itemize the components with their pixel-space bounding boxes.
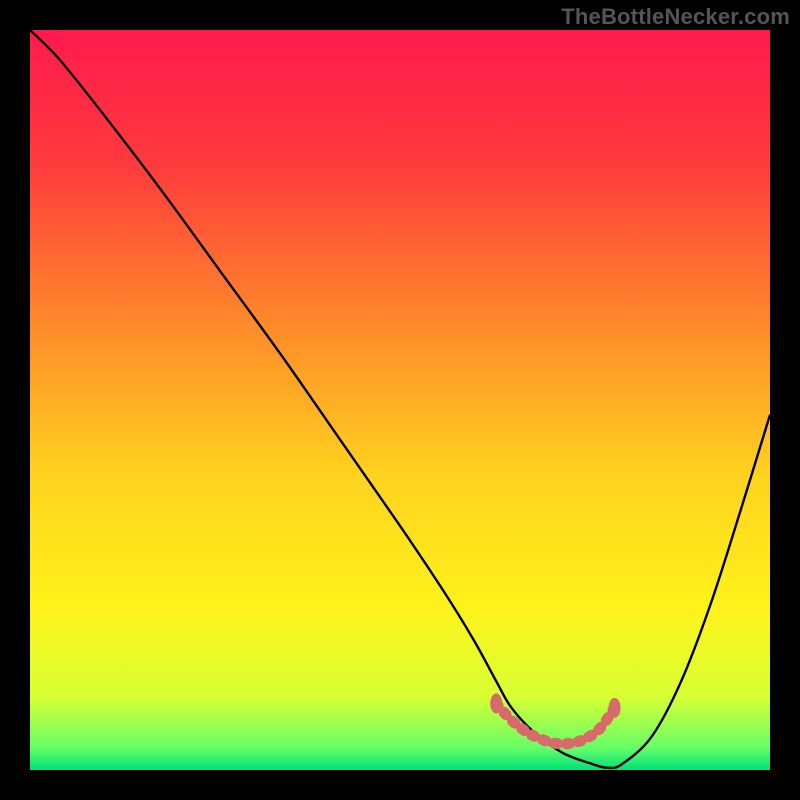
watermark-text: TheBottleNecker.com bbox=[561, 4, 790, 30]
plot-area bbox=[30, 30, 770, 770]
chart-background bbox=[30, 30, 770, 770]
chart-frame: TheBottleNecker.com bbox=[0, 0, 800, 800]
chart-svg bbox=[30, 30, 770, 770]
